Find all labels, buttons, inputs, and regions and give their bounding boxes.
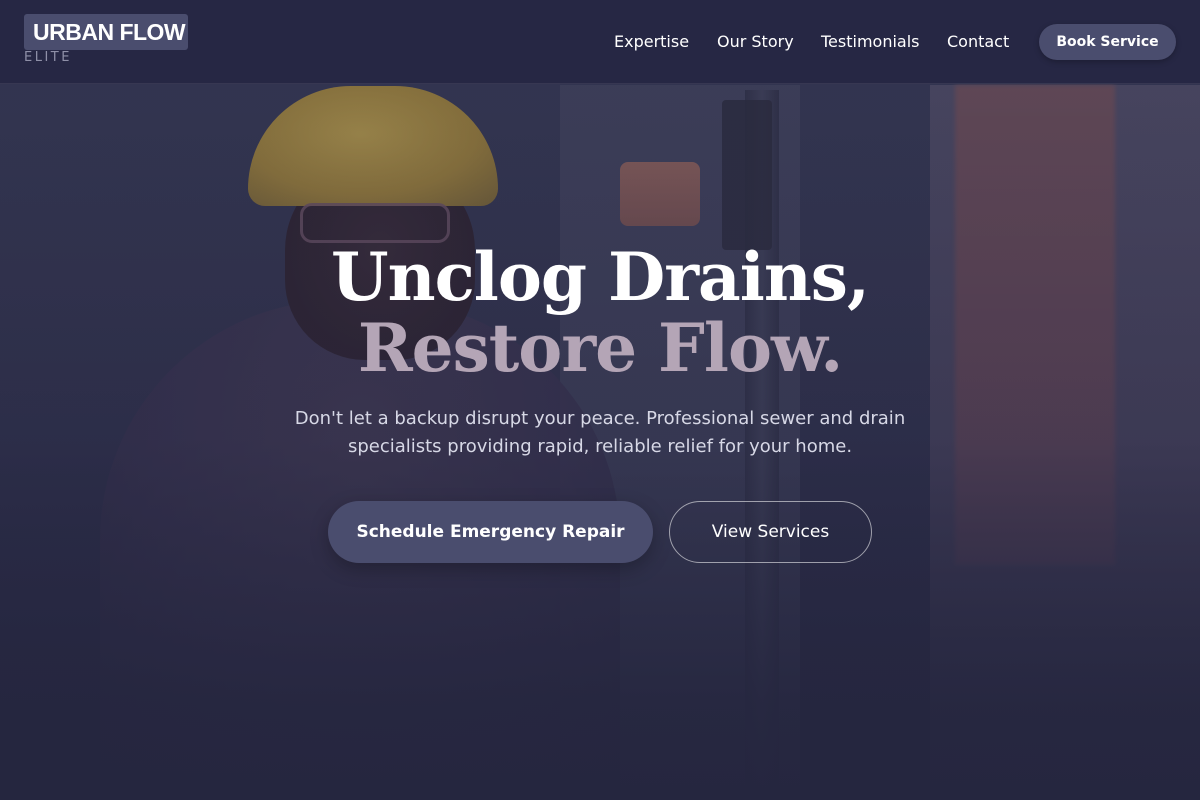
nav-link-our-story[interactable]: Our Story bbox=[717, 30, 794, 54]
hero-subtitle: Don't let a backup disrupt your peace. P… bbox=[294, 408, 906, 457]
logo-title[interactable]: URBAN FLOW bbox=[33, 17, 186, 47]
hero-title-line-2: Restore Flow. bbox=[357, 309, 843, 387]
nav-link-testimonials[interactable]: Testimonials bbox=[821, 30, 920, 54]
hero-overlay bbox=[0, 0, 1200, 800]
nav-link-contact[interactable]: Contact bbox=[947, 30, 1009, 54]
nav-link-expertise[interactable]: Expertise bbox=[614, 30, 689, 54]
view-services-button[interactable]: View Services bbox=[669, 501, 872, 563]
logo-tagline: ELITE bbox=[24, 50, 72, 65]
schedule-emergency-repair-button[interactable]: Schedule Emergency Repair bbox=[328, 501, 653, 563]
book-service-button[interactable]: Book Service bbox=[1039, 24, 1176, 60]
navbar: URBAN FLOW ELITE Expertise Our Story Tes… bbox=[0, 0, 1200, 84]
